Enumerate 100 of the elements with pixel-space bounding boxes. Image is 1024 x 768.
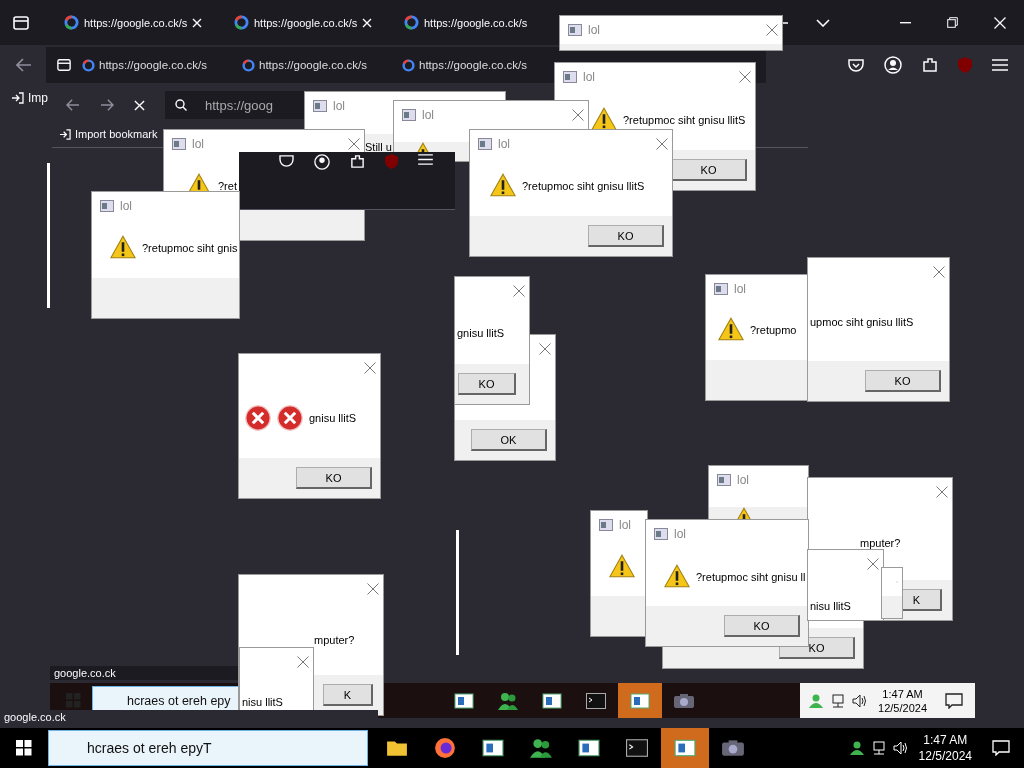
pocket-icon[interactable] [848, 58, 864, 72]
clock-date[interactable]: 12/5/2024 [918, 748, 972, 764]
dialog-button[interactable]: KO [458, 373, 516, 395]
window-icon [578, 739, 600, 757]
message-text: gnisu llitS [309, 411, 357, 426]
folder-icon [386, 739, 408, 757]
network-icon[interactable] [830, 693, 847, 708]
camera-icon [721, 739, 745, 757]
message-text: ?retupmo [750, 323, 797, 338]
extension-icon[interactable] [350, 154, 365, 169]
import-label[interactable]: Imp [28, 91, 48, 105]
windows-start-icon[interactable] [16, 740, 32, 756]
menu-icon[interactable] [418, 154, 433, 165]
browser-tab[interactable]: https://google.co.ck/s [242, 58, 392, 72]
window-title: lol [737, 473, 749, 487]
message-text: gnisu llitS [457, 326, 505, 341]
search-icon [175, 99, 187, 111]
app-icon [717, 474, 731, 486]
window-title: lol [734, 282, 746, 296]
window-title: lol [674, 527, 686, 541]
back-arrow-icon[interactable] [66, 99, 80, 111]
warning-icon [490, 173, 516, 197]
account-icon[interactable] [314, 154, 330, 170]
maximize-icon[interactable] [947, 17, 958, 28]
app-icon [402, 109, 416, 121]
google-icon [234, 15, 249, 30]
menu-icon[interactable] [992, 59, 1008, 71]
clock-time[interactable]: 1:47 AM [882, 686, 923, 701]
import-icon [60, 128, 71, 140]
message-text: mputer? [860, 536, 901, 551]
forward-arrow-icon[interactable] [100, 99, 114, 111]
message-text: mputer? [314, 633, 355, 648]
app-icon [563, 71, 577, 83]
message-text: ?retupmoc siht gnis [142, 241, 238, 256]
minimize-icon[interactable] [900, 21, 911, 24]
warning-icon [609, 554, 635, 578]
warning-icon [591, 107, 617, 131]
message-text: upmoc siht gnisu llitS [810, 315, 914, 330]
clock-date[interactable]: 12/5/2024 [878, 700, 927, 715]
close-icon[interactable] [192, 17, 203, 28]
browser-tab[interactable]: https://google.co.ck/s [56, 5, 226, 40]
volume-icon[interactable] [852, 693, 869, 708]
app-icon [313, 100, 327, 112]
people-icon[interactable] [848, 741, 865, 755]
notification-icon[interactable] [945, 692, 963, 709]
window-icon [482, 739, 504, 757]
chevron-down-icon[interactable] [816, 18, 830, 27]
window-title: lol [619, 518, 631, 532]
dialog-button[interactable]: KO [724, 615, 800, 637]
account-icon[interactable] [884, 56, 902, 74]
app-icon [172, 138, 186, 150]
dialog-button[interactable]: K [323, 684, 373, 706]
dialog-button[interactable]: KO [588, 225, 664, 247]
dialog-button[interactable]: OK [471, 429, 547, 451]
tab-list-icon[interactable] [56, 58, 72, 72]
window-title: lol [333, 99, 345, 113]
camera-icon [673, 692, 695, 709]
terminal-icon [626, 739, 648, 757]
window-title: lol [120, 199, 132, 213]
volume-icon[interactable] [892, 741, 909, 755]
google-icon [82, 58, 95, 72]
google-icon [402, 58, 415, 72]
message-text: nisu llitS [810, 599, 851, 614]
stop-icon[interactable] [134, 99, 145, 111]
back-arrow-icon[interactable] [16, 58, 32, 72]
close-icon[interactable] [362, 17, 373, 28]
import-icon [12, 92, 24, 104]
message-text: ?retupmoc siht gnisu llitS [623, 113, 746, 128]
people-icon [529, 738, 553, 758]
google-icon [64, 15, 79, 30]
warning-icon [718, 317, 744, 341]
error-icon [245, 405, 271, 431]
message-text: ?retupmoc siht gnisu llitS [522, 179, 645, 194]
browser-icon [434, 737, 456, 759]
window-title: lol [192, 137, 204, 151]
dialog-button[interactable]: KO [671, 159, 747, 181]
dialog-button[interactable]: KO [865, 370, 941, 392]
window-icon [542, 692, 562, 709]
dialog-button[interactable]: KO [296, 467, 372, 489]
extension-icon[interactable] [922, 57, 938, 73]
clock-time[interactable]: 1:47 AM [923, 732, 968, 748]
window-icon [674, 739, 696, 757]
search-field[interactable]: hcraes ot ereh epyT [48, 730, 368, 766]
google-icon [242, 58, 255, 72]
app-icon [478, 138, 492, 150]
browser-tab[interactable]: https://google.co.ck/s [402, 58, 552, 72]
browser-tab[interactable]: https://google.co.ck/s [226, 5, 396, 40]
close-icon[interactable] [994, 16, 1006, 29]
message-text: nisu llitS [242, 695, 283, 710]
bookmark-item[interactable]: Import bookmark [75, 128, 158, 140]
browser-tab[interactable]: https://google.co.ck/s [82, 58, 232, 72]
browser-tab[interactable]: https://google.co.ck/s [396, 5, 566, 40]
warning-icon [664, 564, 690, 588]
app-icon [599, 519, 613, 531]
tab-list-icon[interactable] [12, 14, 30, 31]
network-icon[interactable] [870, 741, 887, 755]
window-title: lol [422, 108, 434, 122]
pocket-icon[interactable] [279, 154, 294, 167]
window-icon [454, 692, 474, 709]
message-text: ?retupmoc siht gnisu ll [696, 570, 806, 585]
